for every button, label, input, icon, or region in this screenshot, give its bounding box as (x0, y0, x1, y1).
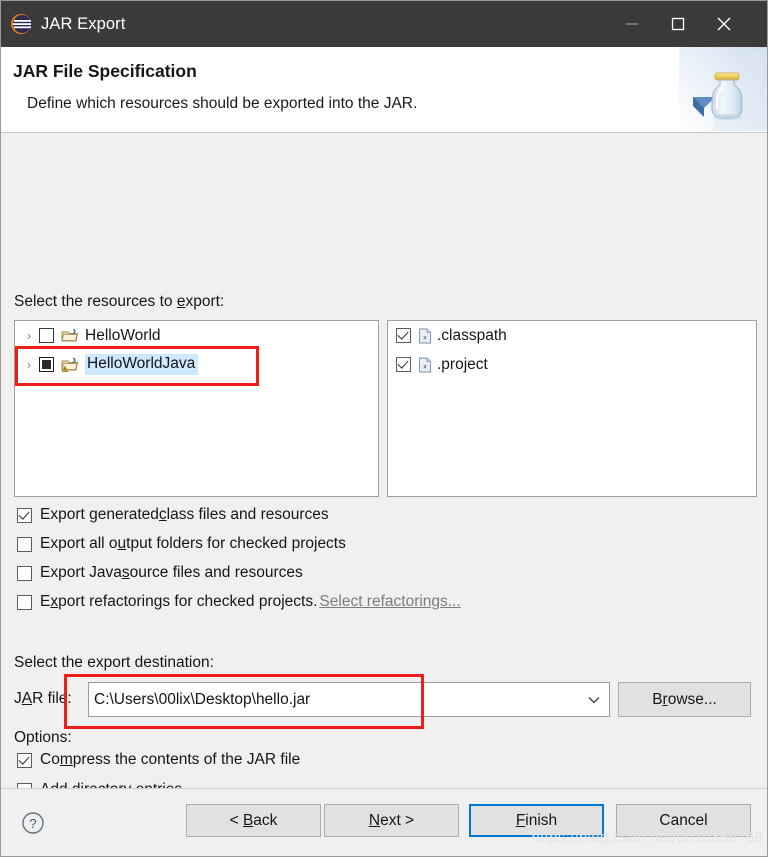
option-label-post: ource files and resources (129, 564, 303, 581)
browse-label-pre: B (652, 690, 663, 708)
checkbox[interactable] (17, 594, 32, 610)
option-label-pre: Export Java (40, 564, 122, 581)
chevron-down-icon[interactable] (579, 695, 609, 705)
resources-tree-left[interactable]: › HelloWorld › HelloWorldJava (14, 320, 379, 497)
option-label-mnemonic: u (117, 535, 127, 552)
next-button[interactable]: Next > (324, 804, 459, 837)
java-project-folder-warning-icon (61, 357, 79, 373)
tree-row[interactable]: › HelloWorldJava (15, 350, 378, 379)
option-label-post: tput folders for checked projects (126, 535, 346, 552)
page-subtitle: Define which resources should be exporte… (27, 95, 418, 112)
window-title: JAR Export (41, 14, 126, 33)
tree-checkbox[interactable] (39, 328, 54, 343)
export-destination-label: Select the export destination: (14, 654, 214, 671)
browse-button[interactable]: Browse... (618, 682, 751, 717)
jar-file-label-pre: J (14, 690, 22, 707)
dialog-body: Select the resources to export: › HelloW… (1, 133, 767, 830)
option-compress-jar[interactable]: Co m press the contents of the JAR file (17, 751, 300, 769)
expand-arrow-icon[interactable]: › (19, 357, 39, 372)
svg-text:?: ? (29, 816, 36, 831)
checkbox[interactable] (17, 752, 32, 768)
option-label-mnemonic: x (50, 593, 59, 610)
browse-label-post: owse... (667, 690, 717, 708)
file-checkbox[interactable] (396, 357, 411, 372)
resources-label: Select the resources to export: (14, 293, 224, 311)
jar-file-input[interactable]: C:\Users\00lix\Desktop\hello.jar (89, 691, 579, 709)
close-button[interactable] (701, 1, 747, 47)
tree-item-label: HelloWorldJava (85, 354, 199, 375)
jar-export-dialog: JAR Export JAR File Specification Define… (0, 0, 768, 857)
maximize-button[interactable] (655, 1, 701, 47)
resources-label-post: xport: (185, 293, 225, 310)
next-label-post: ext > (380, 811, 415, 829)
option-export-output-folders[interactable]: Export all o u tput folders for checked pr… (17, 535, 346, 553)
checkbox[interactable] (17, 565, 32, 581)
titlebar-spacer (747, 1, 767, 47)
file-item-label: .project (437, 355, 488, 373)
expand-arrow-icon[interactable]: › (19, 328, 39, 343)
resources-label-pre: Select the resources to (14, 293, 177, 310)
checkbox[interactable] (17, 536, 32, 552)
file-item-label: .classpath (437, 326, 507, 344)
back-label-mnemonic: B (242, 811, 254, 829)
xml-file-icon: x (418, 357, 432, 373)
dialog-footer: ? < Back Next > Finish Cancel https://bl… (1, 788, 767, 856)
checkbox[interactable] (17, 507, 32, 523)
cancel-label-pre: Cancel (659, 811, 708, 829)
select-refactorings-link[interactable]: Select refactorings... (319, 593, 460, 611)
option-label-pre: Export generated (40, 506, 159, 523)
finish-label-post: inish (525, 811, 558, 829)
watermark-text: https://blog.csdn.net/u010356768 (531, 829, 763, 846)
help-question-icon[interactable]: ? (21, 811, 45, 835)
option-label-mnemonic: s (121, 564, 130, 581)
jar-file-combobox[interactable]: C:\Users\00lix\Desktop\hello.jar (88, 682, 610, 717)
minimize-button[interactable] (609, 1, 655, 47)
option-label-post: press the contents of the JAR file (72, 751, 301, 768)
tree-row[interactable]: › HelloWorld (15, 321, 378, 350)
option-label-pre: E (40, 593, 51, 610)
jar-file-label-post: R file: (32, 690, 72, 707)
tree-row[interactable]: x .project (388, 350, 756, 379)
option-export-java-source[interactable]: Export Java s ource files and resources (17, 564, 303, 582)
java-project-folder-icon (61, 328, 79, 344)
option-label-pre: Export all o (40, 535, 118, 552)
back-label-pre: < (229, 811, 243, 829)
eclipse-logo-icon (10, 13, 32, 35)
back-button[interactable]: < Back (186, 804, 321, 837)
options-section-label: Options: (14, 729, 72, 746)
option-label-mnemonic: c (158, 506, 167, 523)
option-label-post: lass files and resources (166, 506, 329, 523)
option-export-class-files[interactable]: Export generated c lass files and resourc… (17, 506, 329, 524)
resources-tree-right[interactable]: x .classpath x .project (387, 320, 757, 497)
title-bar: JAR Export (1, 1, 767, 47)
option-label-post: port refactorings for checked projects. (58, 593, 318, 610)
jar-file-label-mnemonic: A (21, 690, 33, 707)
jar-jar-icon (679, 47, 767, 131)
option-label-mnemonic: m (59, 751, 73, 768)
next-label-mnemonic: N (368, 811, 381, 829)
window-controls (609, 1, 767, 47)
tree-row[interactable]: x .classpath (388, 321, 756, 350)
dialog-header: JAR File Specification Define which reso… (1, 47, 767, 133)
page-title: JAR File Specification (13, 61, 197, 81)
option-label-pre: Co (40, 751, 60, 768)
finish-label-mnemonic: F (515, 811, 526, 829)
option-export-refactorings[interactable]: Ex port refactorings for checked projects… (17, 593, 461, 611)
back-label-post: ack (253, 811, 278, 829)
tree-item-label: HelloWorld (85, 326, 161, 344)
file-checkbox[interactable] (396, 328, 411, 343)
xml-file-icon: x (418, 328, 432, 344)
tree-checkbox[interactable] (39, 357, 54, 372)
jar-file-label: JAR file: (14, 690, 72, 708)
